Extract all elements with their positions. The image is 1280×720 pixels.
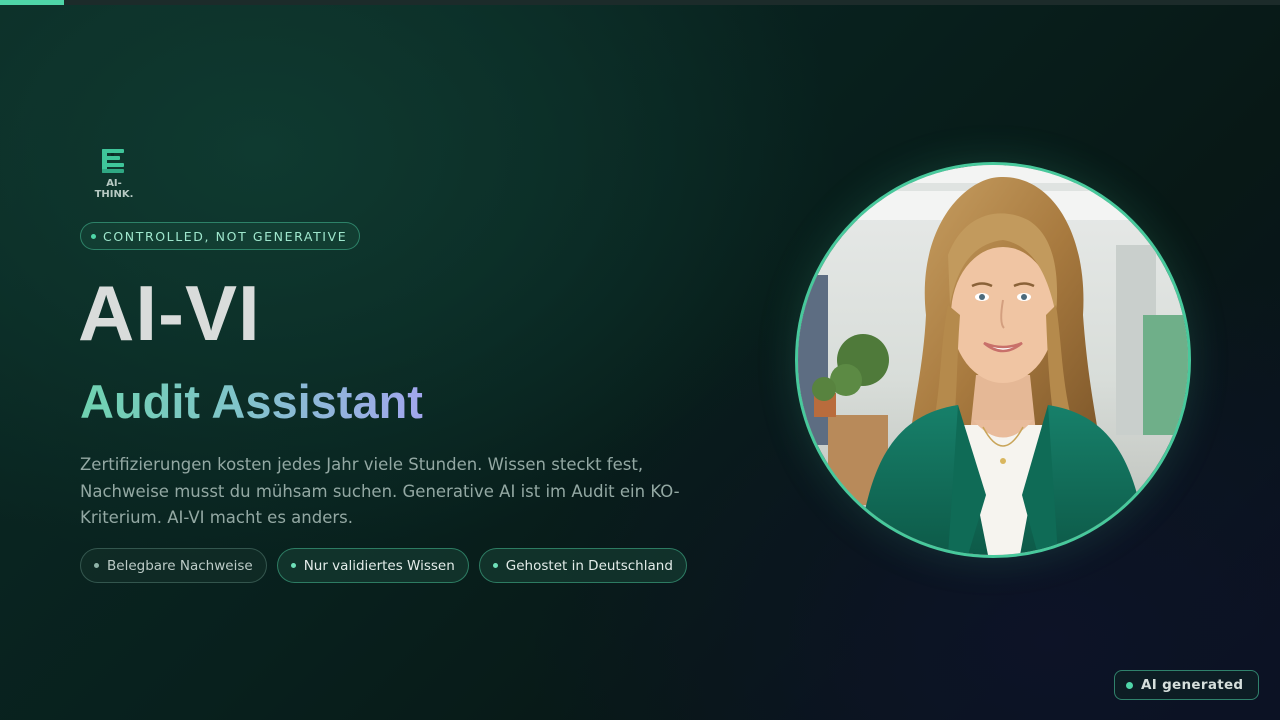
hero-tag: CONTROLLED, NOT GENERATIVE [80, 222, 361, 250]
feature-list: Belegbare Nachweise Nur validiertes Wiss… [80, 548, 687, 583]
feature-dot-icon [290, 563, 296, 568]
feature-label: Nur validiertes Wissen [303, 557, 455, 574]
feature-label: Gehostet in Deutschland [505, 557, 673, 574]
feature-dot-icon [94, 563, 99, 568]
feature-dot-icon [492, 563, 498, 568]
feature-label: Belegbare Nachweise [107, 557, 253, 574]
ai-generated-label: AI generated [1141, 677, 1244, 693]
hero-tag-label: CONTROLLED, NOT GENERATIVE [103, 228, 348, 244]
feature-pill-nur-validiertes-wissen: Nur validiertes Wissen [276, 548, 469, 583]
ai-generated-badge: AI generated [1114, 670, 1259, 700]
page-subtitle: Audit Assistant [80, 375, 423, 428]
tag-dot-icon [91, 233, 96, 239]
avatar [795, 162, 1191, 558]
progress-bar-fill [0, 0, 64, 5]
brand-logo-text: AI-THINK. [94, 178, 134, 200]
status-dot-icon [1126, 681, 1133, 689]
page-title: AI-VI [78, 269, 261, 357]
feature-pill-gehostet-in-deutschland: Gehostet in Deutschland [478, 548, 687, 583]
feature-pill-belegbare-nachweise: Belegbare Nachweise [80, 548, 267, 583]
progress-bar [0, 0, 1280, 5]
ai-think-logo-icon [102, 149, 124, 173]
presenter-portrait [798, 165, 1188, 555]
hero-description: Zertifizierungen kosten jedes Jahr viele… [80, 455, 680, 527]
brand-logo: AI-THINK. [88, 148, 140, 200]
